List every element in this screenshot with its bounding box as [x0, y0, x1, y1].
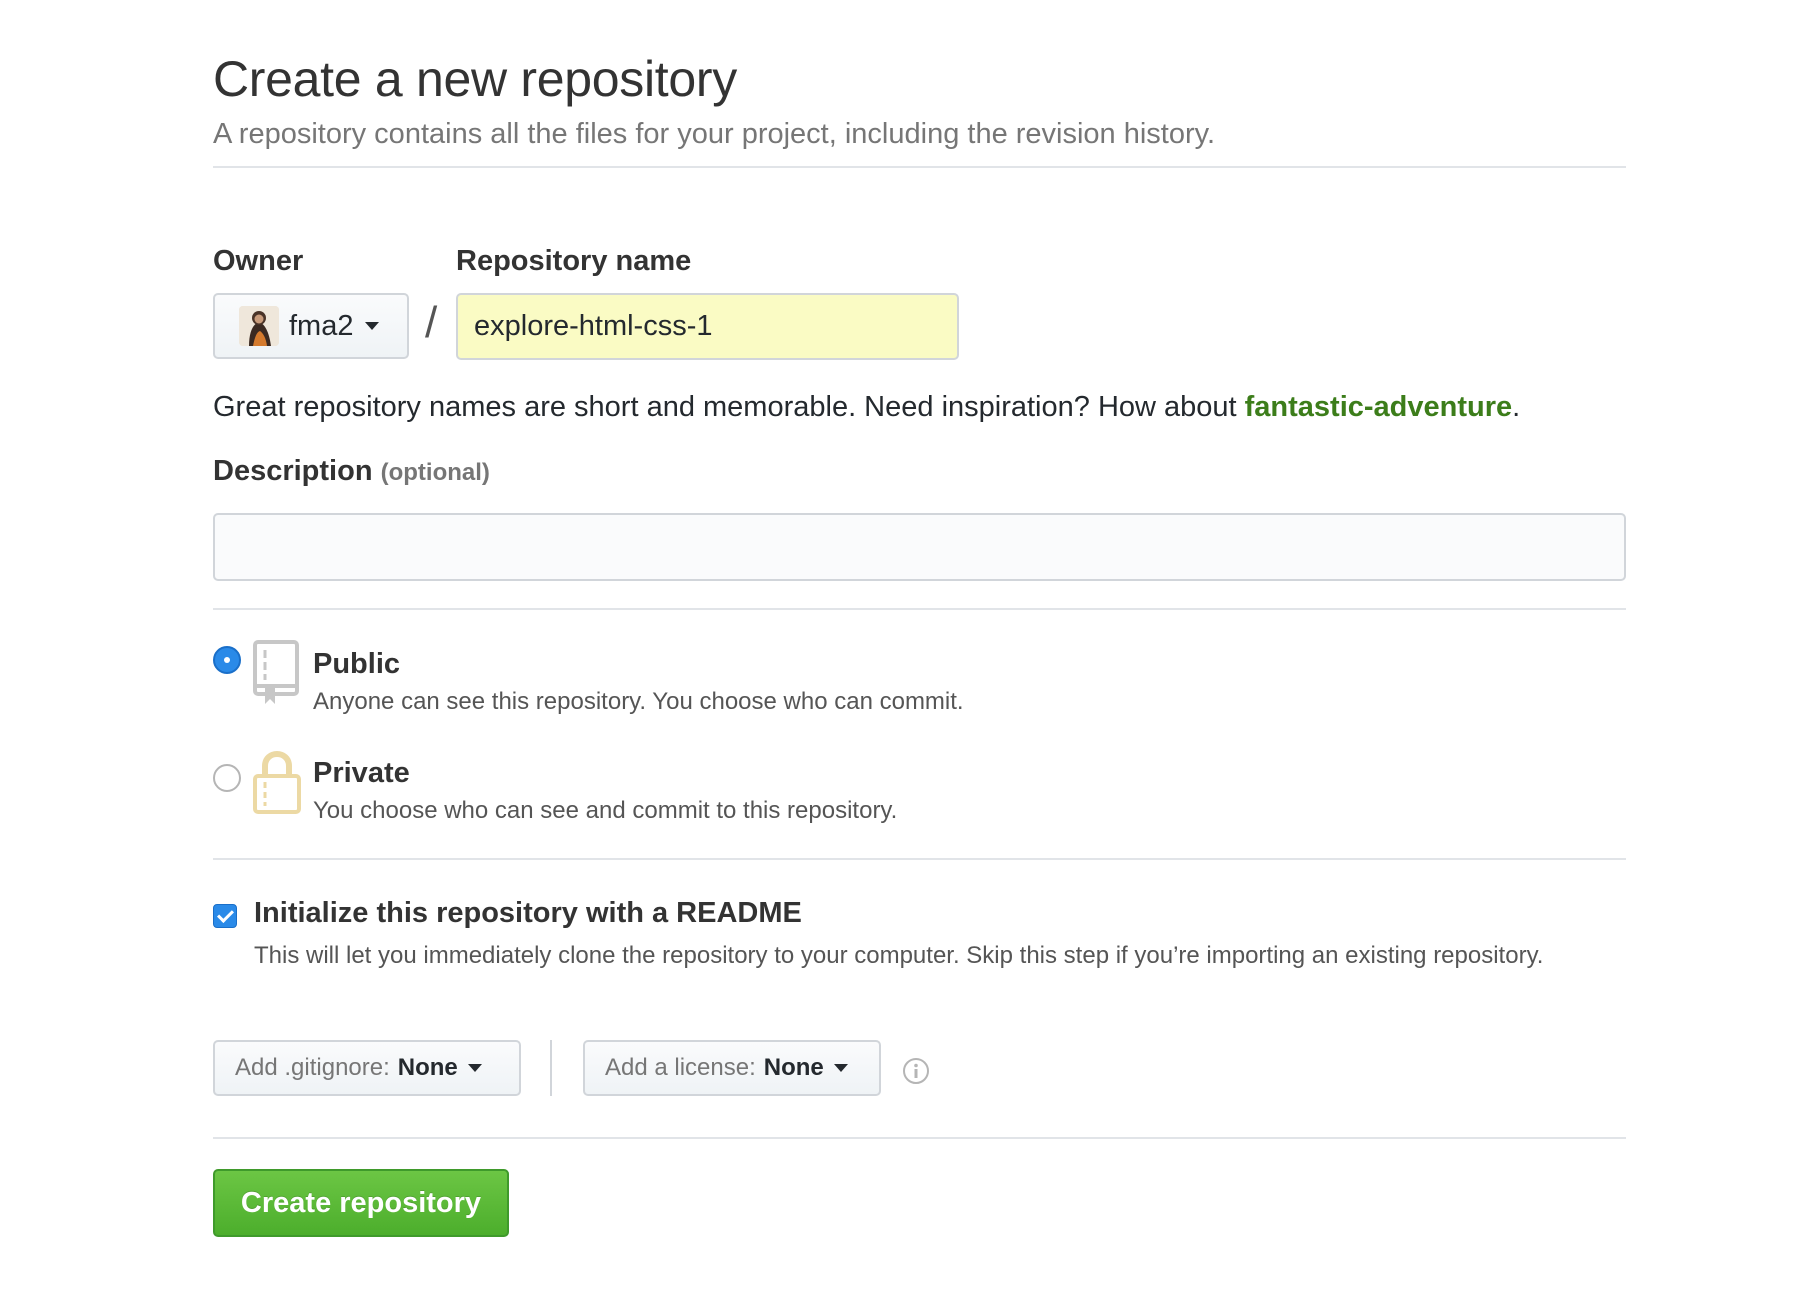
- divider: [213, 608, 1626, 610]
- repository-name-label: Repository name: [456, 245, 692, 277]
- divider: [213, 1137, 1626, 1139]
- name-hint-text: Great repository names are short and mem…: [213, 391, 1245, 423]
- private-title: Private: [313, 757, 410, 789]
- create-repository-button[interactable]: Create repository: [213, 1169, 509, 1237]
- description-label-text: Description: [213, 455, 373, 487]
- chevron-down-icon: [365, 322, 380, 330]
- public-title: Public: [313, 648, 401, 680]
- readme-checkbox[interactable]: [213, 904, 237, 928]
- gitignore-dropdown[interactable]: Add .gitignore: None: [213, 1040, 521, 1096]
- chevron-down-icon: [467, 1064, 482, 1072]
- gitignore-label: Add .gitignore:: [235, 1054, 390, 1081]
- private-radio[interactable]: [213, 764, 241, 792]
- info-icon[interactable]: [902, 1057, 930, 1085]
- license-dropdown[interactable]: Add a license: None: [583, 1040, 881, 1096]
- repository-name-input[interactable]: [456, 293, 959, 360]
- repo-book-icon: [253, 640, 299, 704]
- owner-name: fma2: [289, 309, 354, 342]
- readme-description: This will let you immediately clone the …: [254, 942, 1544, 969]
- divider: [213, 166, 1626, 168]
- readme-title: Initialize this repository with a README: [254, 897, 802, 929]
- page-subtitle: A repository contains all the files for …: [213, 118, 1216, 150]
- vertical-divider: [550, 1040, 552, 1096]
- divider: [213, 858, 1626, 860]
- name-hint: Great repository names are short and mem…: [213, 391, 1520, 424]
- public-description: Anyone can see this repository. You choo…: [313, 688, 964, 715]
- description-label: Description (optional): [213, 455, 490, 488]
- optional-tag: (optional): [380, 459, 490, 486]
- owner-label: Owner: [213, 245, 304, 277]
- private-description: You choose who can see and commit to thi…: [313, 797, 898, 824]
- chevron-down-icon: [833, 1064, 848, 1072]
- public-radio[interactable]: [213, 646, 241, 674]
- avatar: [239, 306, 279, 346]
- lock-icon: [253, 750, 301, 814]
- owner-repo-separator: /: [425, 298, 438, 347]
- name-hint-end: .: [1512, 391, 1521, 423]
- description-input[interactable]: [213, 513, 1626, 581]
- page-title: Create a new repository: [213, 51, 737, 107]
- license-label: Add a license:: [605, 1054, 756, 1081]
- suggested-name-link[interactable]: fantastic-adventure: [1245, 391, 1513, 423]
- owner-dropdown[interactable]: fma2: [213, 293, 409, 359]
- license-value: None: [763, 1054, 824, 1081]
- gitignore-value: None: [397, 1054, 458, 1081]
